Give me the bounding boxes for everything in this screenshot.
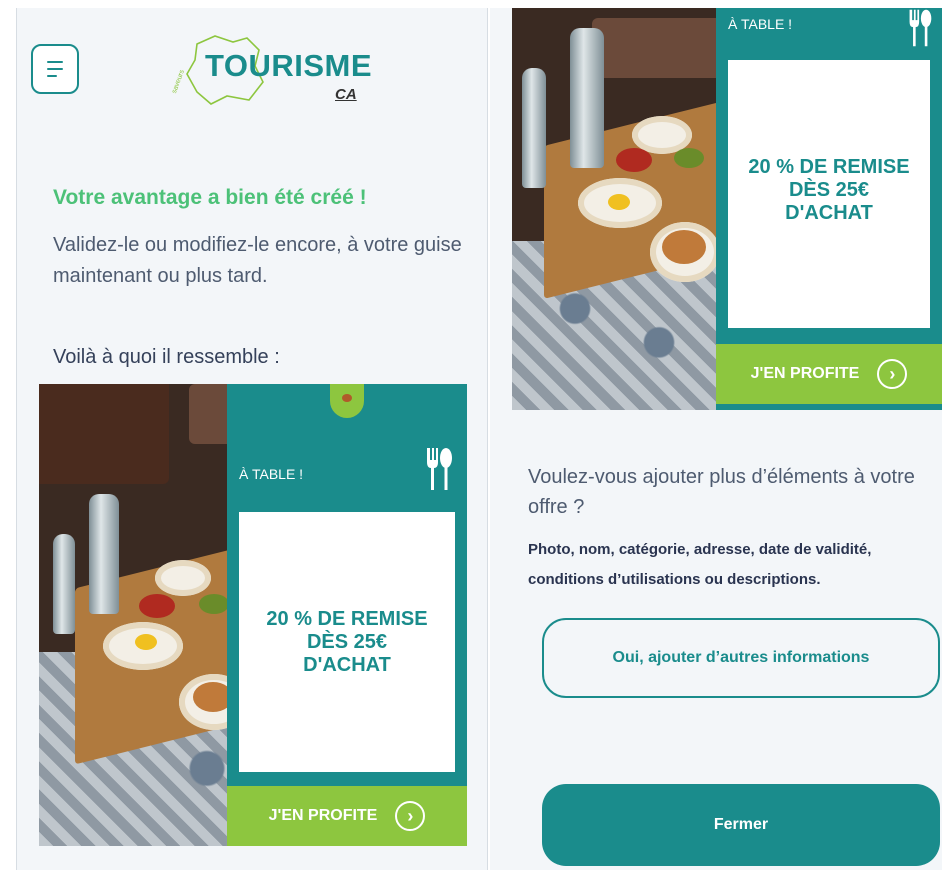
food [135, 634, 157, 650]
add-info-button[interactable]: Oui, ajouter d’autres informations [542, 618, 940, 698]
add-more-question: Voulez-vous ajouter plus d’éléments à vo… [528, 466, 915, 518]
menu-icon-line [47, 75, 57, 77]
fork-spoon-icon [906, 8, 934, 56]
offer-panel: À TABLE ! 20 % DE REMISE DÈS 25€ D'ACHAT… [227, 384, 467, 846]
offer-text: 20 % DE REMISE DÈS 25€ D'ACHAT [266, 607, 428, 676]
right-screen: À TABLE ! 20 % DE REMISE DÈS 25€ D'ACHAT… [490, 8, 942, 870]
offer-panel: À TABLE ! 20 % DE REMISE DÈS 25€ D'ACHAT… [716, 8, 942, 410]
food [662, 230, 706, 264]
restaurant-photo [512, 8, 722, 410]
bottle [89, 494, 119, 614]
bottle [53, 534, 75, 634]
profite-label: J'EN PROFITE [750, 365, 860, 382]
offer-card-preview: À TABLE ! 20 % DE REMISE DÈS 25€ D'ACHAT… [39, 384, 467, 846]
chair [592, 18, 722, 78]
food [616, 148, 652, 172]
left-screen: saveurs TOURISME CA Votre avantage a bie… [16, 8, 488, 870]
offer-box: 20 % DE REMISE DÈS 25€ D'ACHAT [728, 60, 930, 328]
preview-label: Voilà à quoi il ressemble : [53, 346, 280, 368]
menu-icon-line [47, 68, 63, 70]
bottle [570, 28, 604, 168]
food [139, 594, 175, 618]
food [199, 594, 229, 614]
chevron-right-circle-icon: › [395, 801, 426, 831]
offer-card-preview-scrolled: À TABLE ! 20 % DE REMISE DÈS 25€ D'ACHAT… [512, 8, 942, 410]
success-title: Votre avantage a bien été créé ! [53, 186, 367, 209]
menu-icon-line [47, 61, 63, 63]
logo-text: TOURISME [205, 48, 373, 83]
success-text: Validez-le ou modifiez-le encore, à votr… [53, 234, 462, 287]
fork-spoon-svg [909, 9, 932, 47]
profite-label: J'EN PROFITE [268, 807, 378, 824]
fork-spoon-icon [425, 446, 453, 500]
category-label: À TABLE ! [239, 466, 304, 482]
category-label: À TABLE ! [728, 16, 793, 32]
offer-box: 20 % DE REMISE DÈS 25€ D'ACHAT [239, 512, 455, 772]
tourisme-logo: saveurs TOURISME CA [167, 30, 377, 110]
logo-brand: CA [335, 86, 357, 103]
food [674, 148, 704, 168]
plate [155, 560, 211, 596]
chair [39, 384, 169, 484]
profite-button[interactable]: J'EN PROFITE › [227, 786, 467, 846]
svg-text:saveurs: saveurs [171, 69, 186, 95]
add-more-detail: Photo, nom, catégorie, adresse, date de … [528, 541, 872, 588]
card-tab-icon [330, 384, 364, 418]
chevron-right-circle-icon: › [877, 359, 908, 389]
fork-spoon-svg [427, 448, 452, 490]
offer-text: 20 % DE REMISE DÈS 25€ D'ACHAT [748, 156, 910, 224]
food [608, 194, 630, 210]
bottle [522, 68, 546, 188]
close-button[interactable]: Fermer [542, 784, 940, 866]
profite-button[interactable]: J'EN PROFITE › [716, 344, 942, 404]
menu-button[interactable] [31, 44, 79, 94]
